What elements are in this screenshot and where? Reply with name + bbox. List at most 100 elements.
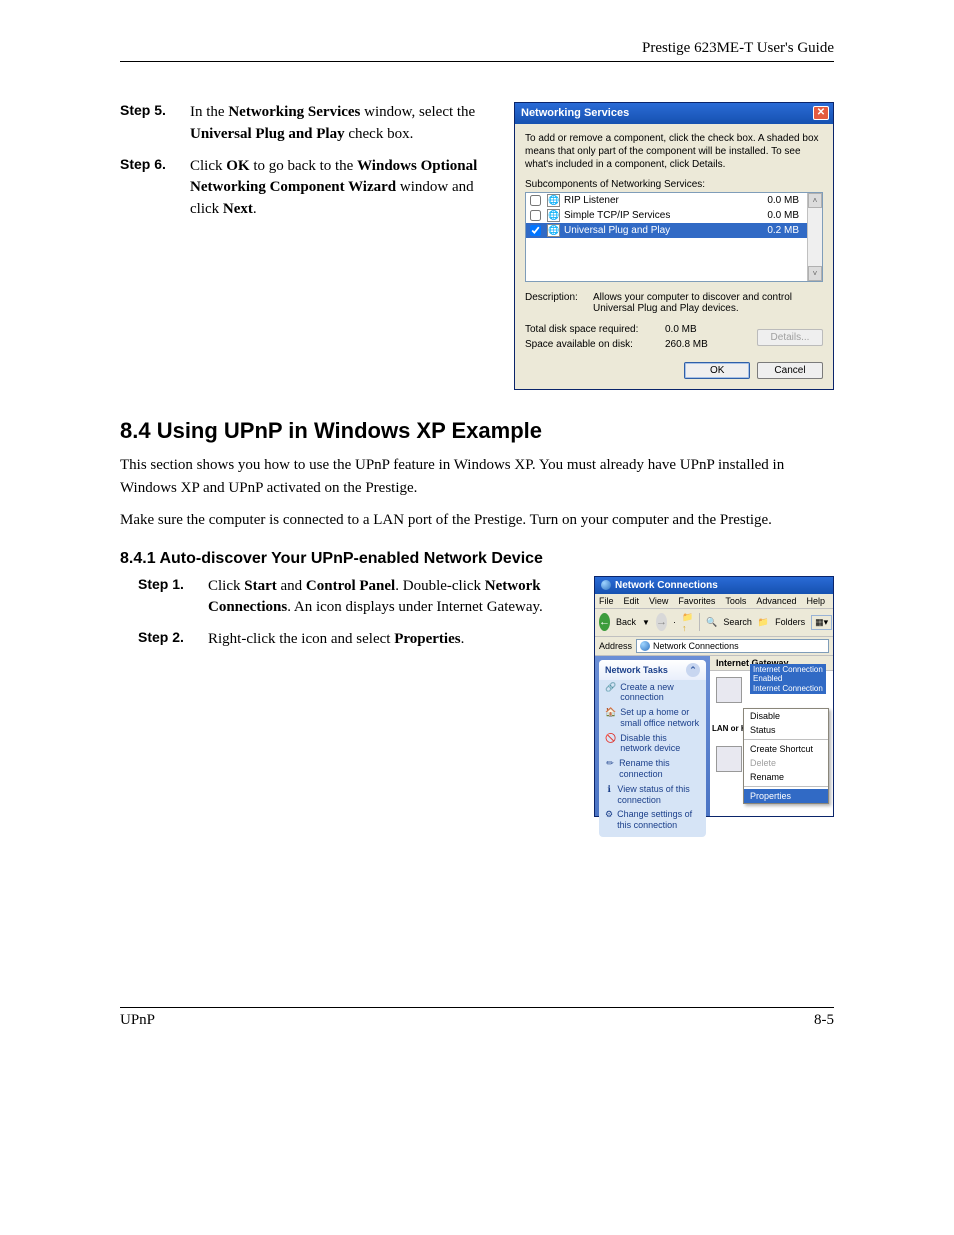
checkbox[interactable]: [530, 210, 541, 221]
task-item[interactable]: 🔗Create a new connection: [599, 680, 706, 706]
description-text: Allows your computer to discover and con…: [593, 292, 823, 314]
subcomponents-listbox[interactable]: RIP Listener 0.0 MB Simple TCP/IP Servic…: [525, 192, 823, 282]
list-item[interactable]: Simple TCP/IP Services 0.0 MB: [526, 208, 807, 223]
guide-title: Prestige 623ME-T User's Guide: [642, 40, 834, 56]
component-icon: [547, 194, 560, 207]
menu-item[interactable]: File: [599, 596, 614, 606]
up-icon[interactable]: 📁↑: [682, 612, 693, 633]
address-label: Address: [599, 641, 632, 651]
task-item[interactable]: ℹView status of this connection: [599, 782, 706, 808]
menu-bar[interactable]: File Edit View Favorites Tools Advanced …: [595, 594, 833, 609]
search-icon[interactable]: 🔍: [706, 617, 717, 628]
close-icon[interactable]: ✕: [813, 106, 829, 120]
page-header: Prestige 623ME-T User's Guide: [120, 40, 834, 62]
window-title: Network Connections: [615, 580, 718, 591]
category-header: LAN or H: [712, 724, 747, 733]
task-item[interactable]: 🏠Set up a home or small office network: [599, 705, 706, 731]
tasks-header[interactable]: Network Tasks ⌃: [599, 660, 706, 680]
forward-icon[interactable]: →: [656, 613, 667, 631]
step-body: Click OK to go back to the Windows Optio…: [190, 156, 496, 221]
task-icon: 🏠: [605, 707, 616, 729]
menu-item[interactable]: Help: [806, 596, 825, 606]
component-icon: [547, 209, 560, 222]
component-icon: [547, 224, 560, 237]
scrollbar[interactable]: ˄ ˅: [807, 193, 822, 281]
folders-icon[interactable]: 📁: [758, 617, 769, 628]
search-label[interactable]: Search: [723, 617, 752, 627]
collapse-icon[interactable]: ⌃: [686, 663, 700, 677]
views-icon[interactable]: ▦▾: [811, 615, 832, 630]
context-menu-item-properties[interactable]: Properties: [744, 789, 828, 803]
footer-right: 8-5: [814, 1012, 834, 1029]
checkbox[interactable]: [530, 195, 541, 206]
address-icon: [640, 641, 650, 651]
subcomponents-label: Subcomponents of Networking Services:: [525, 179, 823, 190]
folders-label[interactable]: Folders: [775, 617, 805, 627]
task-icon: ℹ: [605, 784, 613, 806]
dialog-title: Networking Services: [521, 107, 629, 119]
page-footer: UPnP 8-5: [120, 1007, 834, 1029]
context-menu-item[interactable]: Rename: [744, 770, 828, 784]
main-pane: Internet Gateway Internet Connection Ena…: [710, 656, 833, 816]
task-icon: 🚫: [605, 733, 616, 755]
step-body: Click Start and Control Panel. Double-cl…: [208, 576, 576, 620]
step-label: Step 6.: [120, 156, 190, 221]
section-heading: 8.4 Using UPnP in Windows XP Example: [120, 418, 834, 444]
separator: [744, 739, 828, 740]
task-icon: 🔗: [605, 682, 616, 704]
separator: [744, 786, 828, 787]
toolbar: ← Back ▼ → · 📁↑ 🔍 Search 📁 Folders ▦▾: [595, 609, 833, 637]
scroll-down-icon[interactable]: ˅: [808, 266, 822, 281]
task-icon: ✏: [605, 758, 615, 780]
network-connections-window: Network Connections File Edit View Favor…: [594, 576, 834, 817]
back-label[interactable]: Back: [616, 617, 636, 627]
steps-block-a: Step 5. In the Networking Services windo…: [120, 102, 496, 231]
details-button[interactable]: Details...: [757, 329, 823, 346]
list-item[interactable]: RIP Listener 0.0 MB: [526, 193, 807, 208]
checkbox[interactable]: [530, 225, 541, 236]
menu-item[interactable]: Favorites: [678, 596, 715, 606]
steps-block-b: Step 1. Click Start and Control Panel. D…: [120, 576, 576, 661]
menu-item[interactable]: Advanced: [756, 596, 796, 606]
task-icon: ⚙: [605, 809, 613, 831]
context-menu-item[interactable]: Status: [744, 723, 828, 737]
step-label: Step 2.: [138, 629, 208, 651]
connection-label: Internet Connection Enabled Internet Con…: [750, 664, 826, 695]
step-body: In the Networking Services window, selec…: [190, 102, 496, 146]
task-item[interactable]: ⚙Change settings of this connection: [599, 807, 706, 833]
ok-button[interactable]: OK: [684, 362, 750, 379]
description-label: Description:: [525, 292, 585, 314]
back-icon[interactable]: ←: [599, 613, 610, 631]
step-body: Right-click the icon and select Properti…: [208, 629, 576, 651]
connection-icon[interactable]: [716, 677, 742, 703]
address-bar: Address Network Connections: [595, 637, 833, 656]
step-label: Step 5.: [120, 102, 190, 146]
context-menu-item[interactable]: Create Shortcut: [744, 742, 828, 756]
menu-item[interactable]: Edit: [624, 596, 640, 606]
window-titlebar: Network Connections: [595, 577, 833, 594]
step-label: Step 1.: [138, 576, 208, 620]
connection-icon[interactable]: [716, 746, 742, 772]
context-menu-item[interactable]: Disable: [744, 709, 828, 723]
context-menu: Disable Status Create Shortcut Delete Re…: [743, 708, 829, 804]
dialog-instructions: To add or remove a component, click the …: [525, 132, 823, 171]
footer-left: UPnP: [120, 1012, 155, 1029]
cancel-button[interactable]: Cancel: [757, 362, 823, 379]
menu-item[interactable]: View: [649, 596, 668, 606]
disk-space-info: Total disk space required:0.0 MB Space a…: [525, 322, 708, 352]
dialog-titlebar: Networking Services ✕: [515, 103, 833, 124]
tasks-sidebar: Network Tasks ⌃ 🔗Create a new connection…: [595, 656, 710, 816]
list-item[interactable]: Universal Plug and Play 0.2 MB: [526, 223, 807, 238]
scroll-up-icon[interactable]: ˄: [808, 193, 822, 208]
dropdown-icon[interactable]: ▼: [642, 618, 650, 627]
subsection-heading: 8.4.1 Auto-discover Your UPnP-enabled Ne…: [120, 550, 834, 568]
task-item[interactable]: ✏Rename this connection: [599, 756, 706, 782]
task-item[interactable]: 🚫Disable this network device: [599, 731, 706, 757]
context-menu-item: Delete: [744, 756, 828, 770]
menu-item[interactable]: Tools: [725, 596, 746, 606]
networking-services-dialog: Networking Services ✕ To add or remove a…: [514, 102, 834, 390]
window-icon: [601, 580, 611, 590]
address-input[interactable]: Network Connections: [636, 639, 829, 653]
section-paragraph: This section shows you how to use the UP…: [120, 454, 834, 499]
section-paragraph: Make sure the computer is connected to a…: [120, 509, 834, 532]
